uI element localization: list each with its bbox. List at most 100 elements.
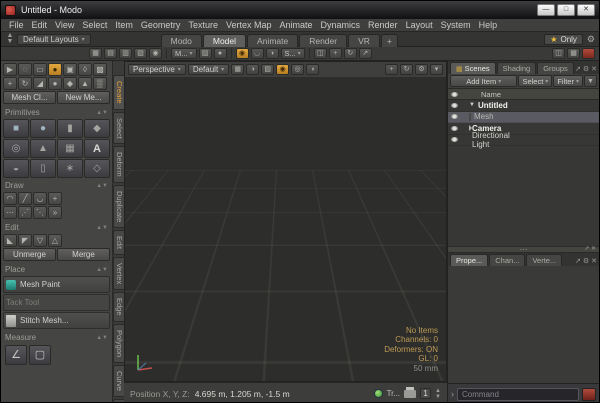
move-tool-icon[interactable]: + [3, 77, 17, 90]
ghost-mode-icon[interactable]: ◎ [291, 64, 304, 75]
viewport-layout-icon[interactable]: ◫ [552, 48, 565, 59]
menu-view[interactable]: View [51, 20, 78, 30]
pan-view-icon[interactable]: + [385, 64, 398, 75]
filter-dropdown[interactable]: Filter ▾ [553, 75, 583, 87]
add-item-button[interactable]: Add Item ▾ [450, 75, 517, 87]
work-plane-icon[interactable]: ◫ [314, 48, 327, 59]
stitch-mesh-tool[interactable]: Stitch Mesh... [3, 312, 110, 329]
expand-select-icon[interactable]: ▩ [93, 63, 107, 76]
view-preset-dropdown[interactable]: Default ▾ [188, 64, 229, 75]
primitive-text-icon[interactable]: A [84, 139, 110, 158]
disclosure-triangle-icon[interactable]: ▼ [469, 102, 475, 108]
macro-record-button[interactable] [582, 388, 596, 401]
page-counter[interactable]: 1 [420, 388, 431, 399]
visibility-toggle[interactable] [448, 114, 460, 119]
texture-toggle-icon[interactable]: ▨ [261, 64, 274, 75]
unmerge-button[interactable]: Unmerge [3, 248, 56, 261]
scale-icon[interactable]: ↗ [359, 48, 372, 59]
visibility-column-header[interactable] [448, 92, 460, 97]
primitive-sphere-icon[interactable]: ● [30, 119, 56, 138]
viewport-3d[interactable]: Perspective ▾ Default ▾ ▦ ◑ ▨ ◉ ◎ ◖ + [124, 61, 447, 382]
auto-visibility-icon[interactable]: ◉ [276, 64, 289, 75]
sketch-tool-icon[interactable]: + [48, 192, 62, 205]
menu-geometry[interactable]: Geometry [137, 20, 185, 30]
rect-select-icon[interactable]: ▭ [33, 63, 47, 76]
camera-view-dropdown[interactable]: Perspective ▾ [128, 64, 186, 75]
bezier-tool-icon[interactable]: ⋯ [3, 206, 17, 219]
tab-fusion[interactable]: Fusion [113, 399, 124, 403]
primitives-section-header[interactable]: Primitives ▲▼ [3, 105, 110, 119]
tab-vertex-map[interactable]: Verte... [526, 254, 562, 266]
axe-tool-icon[interactable]: ◣ [3, 234, 17, 247]
tab-groups[interactable]: Groups [537, 62, 574, 74]
primitive-capsule-icon[interactable]: ◆ [84, 119, 110, 138]
layout-tab-model[interactable]: Model [203, 34, 246, 47]
bspline-tool-icon[interactable]: ⋰ [18, 206, 32, 219]
menu-select[interactable]: Select [78, 20, 111, 30]
menu-dynamics[interactable]: Dynamics [317, 20, 365, 30]
center-mode-icon[interactable]: ◉ [149, 48, 162, 59]
measure-section-header[interactable]: Measure ▲▼ [3, 330, 110, 344]
record-icon[interactable] [582, 48, 595, 59]
panel-splitter[interactable]: ⋯ ↗ ✕ [448, 246, 599, 253]
polygons-mode-icon[interactable]: ▥ [119, 48, 132, 59]
tab-vertex[interactable]: Vertex [113, 257, 124, 290]
visibility-toggle[interactable] [448, 137, 460, 142]
visibility-toggle[interactable] [448, 126, 460, 131]
layout-tab-vr[interactable]: VR [348, 34, 380, 47]
printer-icon[interactable] [404, 390, 416, 398]
grid-toggle-icon[interactable]: ▦ [567, 48, 580, 59]
pen-tool-icon[interactable]: ╱ [18, 192, 32, 205]
new-mesh-button[interactable]: New Me... [57, 91, 110, 104]
tab-create[interactable]: Create [113, 75, 124, 110]
wireframe-toggle-icon[interactable]: ▦ [231, 64, 244, 75]
panel-gear-icon[interactable]: ⚙ [583, 65, 589, 73]
more-draw-tools-button[interactable]: » [48, 206, 62, 219]
mesh-cleanup-button[interactable]: Mesh Cl... [3, 91, 56, 104]
visibility-toggle[interactable] [448, 103, 460, 108]
tab-edit[interactable]: Edit [113, 230, 124, 255]
panel-popout-icon[interactable]: ↗ [575, 65, 581, 73]
layout-tab-modo[interactable]: Modo [161, 34, 202, 47]
menu-render[interactable]: Render [364, 20, 402, 30]
draw-section-header[interactable]: Draw ▲▼ [3, 178, 110, 192]
dimension-measure-icon[interactable]: ▢ [29, 345, 51, 365]
close-button[interactable]: ✕ [577, 4, 595, 16]
primitive-cone-icon[interactable]: ▲ [30, 139, 56, 158]
extrude-tool-icon[interactable]: ▲ [78, 77, 92, 90]
tree-row-untitled[interactable]: ▼ Untitled [448, 100, 599, 112]
rotate-icon[interactable]: ↻ [344, 48, 357, 59]
menu-animate[interactable]: Animate [275, 20, 316, 30]
arc-tool-icon[interactable]: ◡ [33, 192, 47, 205]
select-dropdown[interactable]: Select ▾ [518, 75, 552, 87]
shading-mode-icon[interactable]: ◑ [246, 64, 259, 75]
command-input[interactable]: Command [457, 388, 579, 401]
menu-system[interactable]: System [437, 20, 475, 30]
snapping-magnet-icon[interactable]: ◡ [251, 48, 264, 59]
tab-edge[interactable]: Edge [113, 292, 124, 322]
polyline-tool-icon[interactable]: ⋱ [33, 206, 47, 219]
edges-mode-icon[interactable]: ▤ [104, 48, 117, 59]
action-center-icon[interactable]: ◉ [236, 48, 249, 59]
tab-scenes[interactable]: ▦ Scenes [450, 62, 496, 74]
tab-channels[interactable]: Chan... [489, 254, 525, 266]
status-spinner-icon[interactable]: ▲▼ [435, 388, 441, 400]
tack-tool[interactable]: Tack Tool [3, 294, 110, 311]
transform-icon[interactable]: + [329, 48, 342, 59]
panel-close-icon[interactable]: ✕ [591, 65, 597, 73]
panel-close-icon[interactable]: ✕ [591, 257, 597, 265]
tab-select[interactable]: Select [113, 112, 124, 145]
menu-edit[interactable]: Edit [28, 20, 52, 30]
select-arrow-icon[interactable]: ▶ [3, 63, 17, 76]
orbit-view-icon[interactable]: ↻ [400, 64, 413, 75]
menu-item[interactable]: Item [111, 20, 137, 30]
layout-cycle-icon[interactable]: ▲▼ [5, 33, 15, 45]
viewport-options-icon[interactable]: ▾ [430, 64, 443, 75]
splitter-close-icon[interactable]: ✕ [591, 246, 596, 252]
tab-curve[interactable]: Curve [113, 365, 124, 397]
primitive-cube-icon[interactable]: ■ [3, 119, 29, 138]
place-section-header[interactable]: Place ▲▼ [3, 262, 110, 276]
merge-button[interactable]: Merge [57, 248, 110, 261]
symmetry-dropdown[interactable]: S... ▾ [281, 48, 305, 59]
mesh-paint-tool[interactable]: Mesh Paint [3, 276, 110, 293]
